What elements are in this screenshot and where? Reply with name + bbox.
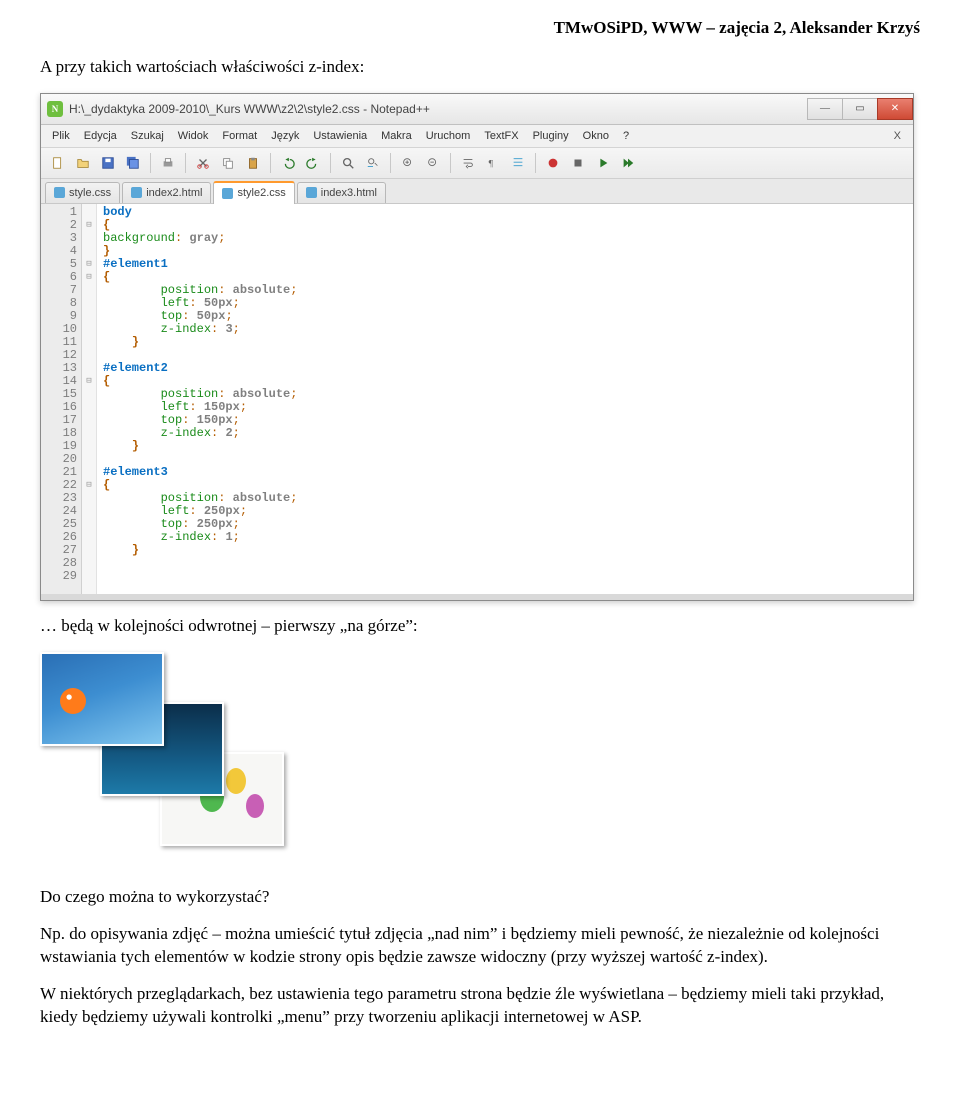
- menu-widok[interactable]: Widok: [171, 128, 216, 144]
- menu-textfx[interactable]: TextFX: [477, 128, 525, 144]
- menu-edycja[interactable]: Edycja: [77, 128, 124, 144]
- tab-label: style.css: [69, 187, 111, 199]
- copy-icon[interactable]: [217, 152, 239, 174]
- redo-icon[interactable]: [302, 152, 324, 174]
- paste-icon[interactable]: [242, 152, 264, 174]
- tab-bar: style.css index2.html style2.css index3.…: [41, 179, 913, 204]
- fold-column: ⊟ ⊟⊟ ⊟ ⊟: [82, 204, 97, 594]
- toolbar-separator: [535, 153, 536, 173]
- save-icon[interactable]: [97, 152, 119, 174]
- macro-play-icon[interactable]: [592, 152, 614, 174]
- question-text: Do czego można to wykorzystać?: [40, 886, 920, 909]
- zoom-in-icon[interactable]: [397, 152, 419, 174]
- tab-label: style2.css: [237, 187, 285, 199]
- menubar: Plik Edycja Szukaj Widok Format Język Us…: [41, 125, 913, 148]
- toolbar-separator: [390, 153, 391, 173]
- macro-record-icon[interactable]: [542, 152, 564, 174]
- balloon-icon: [246, 794, 264, 818]
- maximize-button[interactable]: ▭: [842, 98, 878, 120]
- file-icon: [54, 187, 65, 198]
- menu-okno[interactable]: Okno: [576, 128, 616, 144]
- menu-jezyk[interactable]: Język: [264, 128, 306, 144]
- file-icon: [306, 187, 317, 198]
- replace-icon[interactable]: [362, 152, 384, 174]
- page-header: TMwOSiPD, WWW – zajęcia 2, Aleksander Kr…: [40, 18, 920, 38]
- minimize-button[interactable]: —: [807, 98, 843, 120]
- indent-guide-icon[interactable]: [507, 152, 529, 174]
- balloon-icon: [226, 768, 246, 794]
- file-icon: [222, 188, 233, 199]
- paragraph-2: W niektórych przeglądarkach, bez ustawie…: [40, 983, 920, 1029]
- after-editor-text: … będą w kolejności odwrotnej – pierwszy…: [40, 615, 920, 638]
- notepad-window: N H:\_dydaktyka 2009-2010\_Kurs WWW\z2\2…: [40, 93, 914, 601]
- window-title: H:\_dydaktyka 2009-2010\_Kurs WWW\z2\2\s…: [69, 102, 808, 116]
- toolbar-separator: [150, 153, 151, 173]
- menu-close-doc[interactable]: X: [887, 128, 909, 144]
- cut-icon[interactable]: [192, 152, 214, 174]
- undo-icon[interactable]: [277, 152, 299, 174]
- tab-style-css[interactable]: style.css: [45, 182, 120, 203]
- tab-index2-html[interactable]: index2.html: [122, 182, 211, 203]
- titlebar: N H:\_dydaktyka 2009-2010\_Kurs WWW\z2\2…: [41, 94, 913, 125]
- tab-label: index3.html: [321, 187, 377, 199]
- line-numbers: 1234567891011121314151617181920212223242…: [41, 204, 82, 594]
- code-content[interactable]: body{background: gray;}#element1{ positi…: [97, 204, 303, 594]
- find-icon[interactable]: [337, 152, 359, 174]
- editor-area[interactable]: 1234567891011121314151617181920212223242…: [41, 204, 913, 600]
- toolbar-separator: [185, 153, 186, 173]
- svg-text:¶: ¶: [489, 158, 494, 169]
- open-file-icon[interactable]: [72, 152, 94, 174]
- toolbar-separator: [450, 153, 451, 173]
- app-icon: N: [47, 101, 63, 117]
- save-all-icon[interactable]: [122, 152, 144, 174]
- menu-format[interactable]: Format: [215, 128, 264, 144]
- window-buttons: — ▭ ✕: [808, 98, 913, 120]
- close-button[interactable]: ✕: [877, 98, 913, 120]
- file-icon: [131, 187, 142, 198]
- menu-pluginy[interactable]: Pluginy: [526, 128, 576, 144]
- zindex-demo: [40, 652, 320, 872]
- menu-help[interactable]: ?: [616, 128, 636, 144]
- tab-style2-css[interactable]: style2.css: [213, 181, 294, 204]
- toolbar-separator: [270, 153, 271, 173]
- paragraph-1: Np. do opisywania zdjęć – można umieścić…: [40, 923, 920, 969]
- macro-play-multi-icon[interactable]: [617, 152, 639, 174]
- macro-stop-icon[interactable]: [567, 152, 589, 174]
- toolbar: ¶: [41, 148, 913, 179]
- menu-uruchom[interactable]: Uruchom: [419, 128, 478, 144]
- menu-plik[interactable]: Plik: [45, 128, 77, 144]
- intro-text: A przy takich wartościach właściwości z-…: [40, 56, 920, 79]
- wordwrap-icon[interactable]: [457, 152, 479, 174]
- zoom-out-icon[interactable]: [422, 152, 444, 174]
- menu-ustawienia[interactable]: Ustawienia: [306, 128, 374, 144]
- tab-label: index2.html: [146, 187, 202, 199]
- print-icon[interactable]: [157, 152, 179, 174]
- menu-szukaj[interactable]: Szukaj: [124, 128, 171, 144]
- menu-makra[interactable]: Makra: [374, 128, 419, 144]
- show-all-chars-icon[interactable]: ¶: [482, 152, 504, 174]
- new-file-icon[interactable]: [47, 152, 69, 174]
- demo-image-1: [40, 652, 164, 746]
- toolbar-separator: [330, 153, 331, 173]
- tab-index3-html[interactable]: index3.html: [297, 182, 386, 203]
